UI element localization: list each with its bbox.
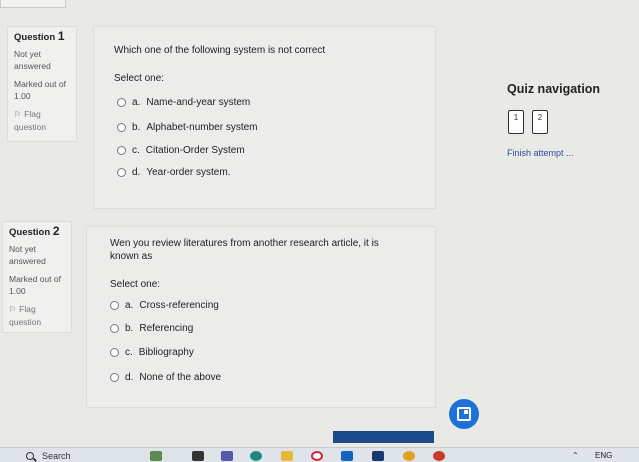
question-1-option-b[interactable]: b. Alphabet-number system	[117, 122, 258, 133]
question-1-option-c[interactable]: c. Citation-Order System	[117, 145, 245, 156]
quiz-nav-button-2[interactable]: 2	[532, 110, 548, 134]
app-icon	[372, 450, 384, 461]
taskbar-app-chart[interactable]	[150, 448, 162, 462]
question-2-option-c[interactable]: c. Bibliography	[110, 347, 194, 358]
finish-attempt-link[interactable]: Finish attempt ...	[507, 148, 574, 158]
taskbar-app-outlook[interactable]	[341, 448, 353, 462]
question-2-text: Wen you review literatures from another …	[110, 238, 379, 262]
teams-icon	[221, 450, 233, 461]
search-label: Search	[42, 450, 71, 461]
taskbar-app-folder[interactable]	[281, 448, 293, 462]
chrome-icon	[403, 450, 415, 461]
taskbar-app-opera[interactable]	[311, 448, 323, 462]
floating-window-button[interactable]	[449, 399, 479, 429]
outlook-icon	[341, 450, 353, 461]
question-1-text: Which one of the following system is not…	[114, 45, 326, 56]
language-indicator[interactable]: ENG	[595, 448, 612, 462]
chart-app-icon	[150, 450, 162, 461]
question-2-number: Question 2	[9, 224, 60, 238]
radio-button[interactable]	[110, 324, 119, 333]
question-2-option-a[interactable]: a. Cross-referencing	[110, 300, 219, 311]
radio-button[interactable]	[110, 348, 119, 357]
taskbar-app-teams[interactable]	[221, 448, 233, 462]
question-2-option-b[interactable]: b. Referencing	[110, 323, 193, 334]
question-1-marked: Marked out of 1.00	[14, 79, 66, 101]
radio-button[interactable]	[110, 373, 119, 382]
taskbar-search[interactable]: Search	[26, 448, 71, 462]
taskbar-app-red[interactable]	[433, 448, 445, 462]
question-1-number: Question 1	[14, 29, 65, 43]
taskbar-app-blue[interactable]	[372, 448, 384, 462]
app-icon	[192, 450, 204, 461]
flag-question-2-button[interactable]: ⚐ Flag question	[9, 303, 65, 328]
folder-icon	[281, 450, 293, 461]
edge-icon	[250, 450, 262, 461]
question-1-option-a[interactable]: a. Name-and-year system	[117, 97, 250, 108]
flag-icon: ⚐	[9, 305, 17, 314]
radio-button[interactable]	[117, 123, 126, 132]
flag-icon: ⚐	[14, 110, 22, 119]
radio-button[interactable]	[117, 98, 126, 107]
radio-button[interactable]	[117, 146, 126, 155]
radio-button[interactable]	[110, 301, 119, 310]
taskbar-app-chrome[interactable]	[403, 448, 415, 462]
question-1-select-one: Select one:	[114, 73, 165, 84]
question-1-status: Not yet answered	[14, 49, 51, 71]
question-2-marked: Marked out of 1.00	[9, 274, 61, 296]
question-1-info: Question 1 Not yet answered Marked out of…	[7, 26, 77, 142]
quiz-nav-button-1[interactable]: 1	[508, 110, 524, 134]
search-icon	[26, 451, 34, 460]
app-icon	[433, 450, 445, 461]
taskbar-app-dark[interactable]	[192, 448, 204, 462]
radio-button[interactable]	[117, 168, 126, 177]
question-2-option-d[interactable]: d. None of the above	[110, 372, 221, 383]
opera-icon	[311, 450, 323, 461]
taskbar: Search ⌃ ENG	[0, 447, 639, 462]
quiz-navigation-title: Quiz navigation	[507, 82, 601, 96]
language-label: ENG	[595, 451, 613, 460]
question-2-status: Not yet answered	[9, 244, 46, 266]
question-2-select-one: Select one:	[110, 279, 161, 290]
flag-question-1-button[interactable]: ⚐ Flag question	[14, 108, 70, 133]
top-tab	[0, 0, 66, 8]
taskbar-app-edge[interactable]	[250, 448, 262, 462]
tray-chevron[interactable]: ⌃	[572, 448, 579, 462]
question-2-info: Question 2 Not yet answered Marked out of…	[2, 221, 72, 333]
window-icon	[457, 407, 471, 421]
question-1-option-d[interactable]: d. Year-order system.	[117, 167, 230, 178]
chevron-up-icon: ⌃	[572, 451, 579, 460]
finish-attempt-button[interactable]	[333, 431, 434, 443]
